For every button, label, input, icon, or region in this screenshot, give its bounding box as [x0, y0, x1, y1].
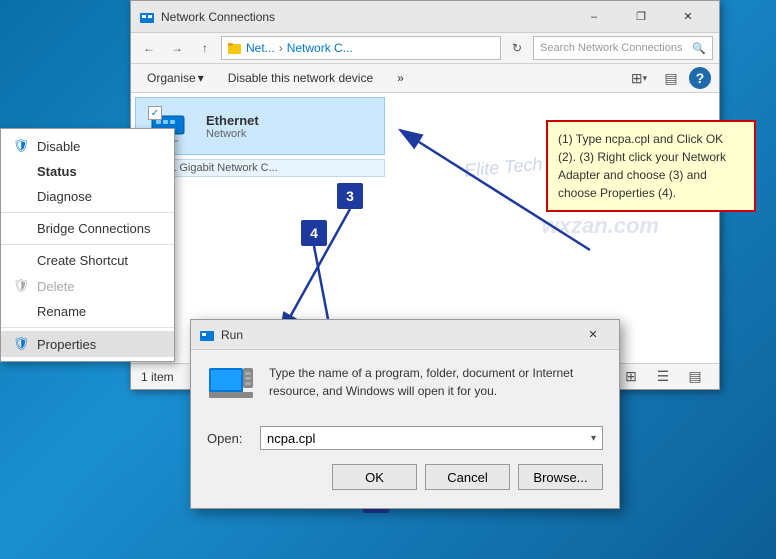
- ok-button[interactable]: OK: [332, 464, 417, 490]
- view-arrow: ▾: [643, 73, 648, 84]
- menu-separator-3: [1, 327, 174, 328]
- address-path[interactable]: Net... › Network C...: [221, 36, 501, 60]
- run-title-bar: Run ✕: [191, 320, 619, 350]
- menu-label-bridge: Bridge Connections: [37, 221, 150, 236]
- shield-icon-disable: 🛡: [13, 138, 29, 154]
- toolbar: Organise ▾ Disable this network device »…: [131, 64, 719, 93]
- menu-item-shortcut[interactable]: Create Shortcut: [1, 248, 174, 273]
- menu-item-properties[interactable]: 🛡 Properties: [1, 331, 174, 357]
- help-button[interactable]: ?: [689, 67, 711, 89]
- view-icon: ⊞: [631, 70, 643, 87]
- run-dialog-icon: [199, 327, 215, 343]
- run-top: Type the name of a program, folder, docu…: [207, 364, 603, 412]
- disable-network-button[interactable]: Disable this network device: [220, 66, 381, 90]
- shield-icon-properties: 🛡: [13, 336, 29, 352]
- back-button[interactable]: ←: [137, 36, 161, 60]
- browse-button[interactable]: Browse...: [518, 464, 603, 490]
- annotation-text: (1) Type ncpa.cpl and Click OK (2). (3) …: [558, 132, 726, 200]
- badge-3: 3: [337, 183, 363, 209]
- menu-item-bridge[interactable]: Bridge Connections: [1, 216, 174, 241]
- run-input-value: ncpa.cpl: [267, 431, 315, 446]
- ethernet-checkbox: ✓: [148, 106, 162, 120]
- run-program-icon: [207, 364, 255, 412]
- menu-label-properties: Properties: [37, 337, 96, 352]
- menu-label-disable: Disable: [37, 139, 80, 154]
- context-menu: 🛡 Disable Status Diagnose Bridge Connect…: [0, 128, 175, 362]
- path-segment-2: Network C...: [287, 41, 353, 55]
- status-view-2[interactable]: ☰: [649, 365, 677, 389]
- window-icon: [139, 9, 155, 25]
- address-bar: ← → ↑ Net... › Network C... ↻ Search Net…: [131, 33, 719, 64]
- item-count: 1 item: [141, 370, 174, 384]
- window-title: Network Connections: [161, 10, 571, 24]
- run-dropdown-arrow[interactable]: ▾: [591, 433, 596, 444]
- disable-label: Disable this network device: [228, 71, 373, 85]
- run-close-button[interactable]: ✕: [575, 323, 611, 347]
- menu-separator-2: [1, 244, 174, 245]
- run-input-row: Open: ncpa.cpl ▾: [207, 426, 603, 450]
- organise-button[interactable]: Organise ▾: [139, 66, 212, 90]
- menu-item-rename[interactable]: Rename: [1, 299, 174, 324]
- pane-icon: ▤: [664, 70, 677, 87]
- menu-separator-1: [1, 212, 174, 213]
- search-placeholder: Search Network Connections: [540, 42, 682, 54]
- up-button[interactable]: ↑: [193, 36, 217, 60]
- menu-label-status: Status: [37, 164, 77, 179]
- window-controls: – ❐ ✕: [571, 2, 711, 32]
- organise-label: Organise: [147, 71, 196, 85]
- menu-item-status[interactable]: Status: [1, 159, 174, 184]
- search-box[interactable]: Search Network Connections 🔍: [533, 36, 713, 60]
- status-view-1[interactable]: ⊞: [617, 365, 645, 389]
- shield-icon-delete: 🛡: [13, 278, 29, 294]
- search-icon: 🔍: [692, 42, 706, 55]
- help-icon: ?: [696, 70, 705, 86]
- run-dialog-title: Run: [221, 328, 243, 342]
- path-separator-1: ›: [279, 41, 283, 55]
- menu-label-delete: Delete: [37, 279, 75, 294]
- ethernet-name: Ethernet: [206, 113, 259, 128]
- menu-label-rename: Rename: [37, 304, 86, 319]
- run-description: Type the name of a program, folder, docu…: [269, 364, 603, 400]
- annotation-box: (1) Type ncpa.cpl and Click OK (2). (3) …: [546, 120, 756, 212]
- refresh-button[interactable]: ↻: [505, 36, 529, 60]
- ethernet-type: Network: [206, 128, 259, 140]
- more-button[interactable]: »: [389, 66, 412, 90]
- view-options-button[interactable]: ⊞ ▾: [625, 66, 653, 90]
- cancel-button[interactable]: Cancel: [425, 464, 510, 490]
- minimize-button[interactable]: –: [571, 2, 617, 32]
- status-view-3[interactable]: ▤: [681, 365, 709, 389]
- menu-label-diagnose: Diagnose: [37, 189, 92, 204]
- run-dialog: Run ✕ Type the name of a program, folder…: [190, 319, 620, 509]
- ethernet-info: Ethernet Network: [206, 113, 259, 140]
- menu-item-delete[interactable]: 🛡 Delete: [1, 273, 174, 299]
- run-input-field[interactable]: ncpa.cpl ▾: [260, 426, 603, 450]
- run-buttons: OK Cancel Browse...: [207, 464, 603, 494]
- menu-item-diagnose[interactable]: Diagnose: [1, 184, 174, 209]
- close-button[interactable]: ✕: [665, 2, 711, 32]
- run-open-label: Open:: [207, 431, 252, 446]
- status-view-buttons: ⊞ ☰ ▤: [617, 365, 709, 389]
- restore-button[interactable]: ❐: [618, 2, 664, 32]
- pane-button[interactable]: ▤: [657, 66, 685, 90]
- menu-item-disable[interactable]: 🛡 Disable: [1, 133, 174, 159]
- badge-4: 4: [301, 220, 327, 246]
- title-bar: Network Connections – ❐ ✕: [131, 1, 719, 33]
- forward-button[interactable]: →: [165, 36, 189, 60]
- menu-label-shortcut: Create Shortcut: [37, 253, 128, 268]
- organise-arrow: ▾: [198, 71, 204, 85]
- path-segment-1: Net...: [246, 41, 275, 55]
- folder-icon: [228, 41, 242, 55]
- run-content: Type the name of a program, folder, docu…: [191, 350, 619, 508]
- watermark-2: wxzan.com: [542, 213, 659, 239]
